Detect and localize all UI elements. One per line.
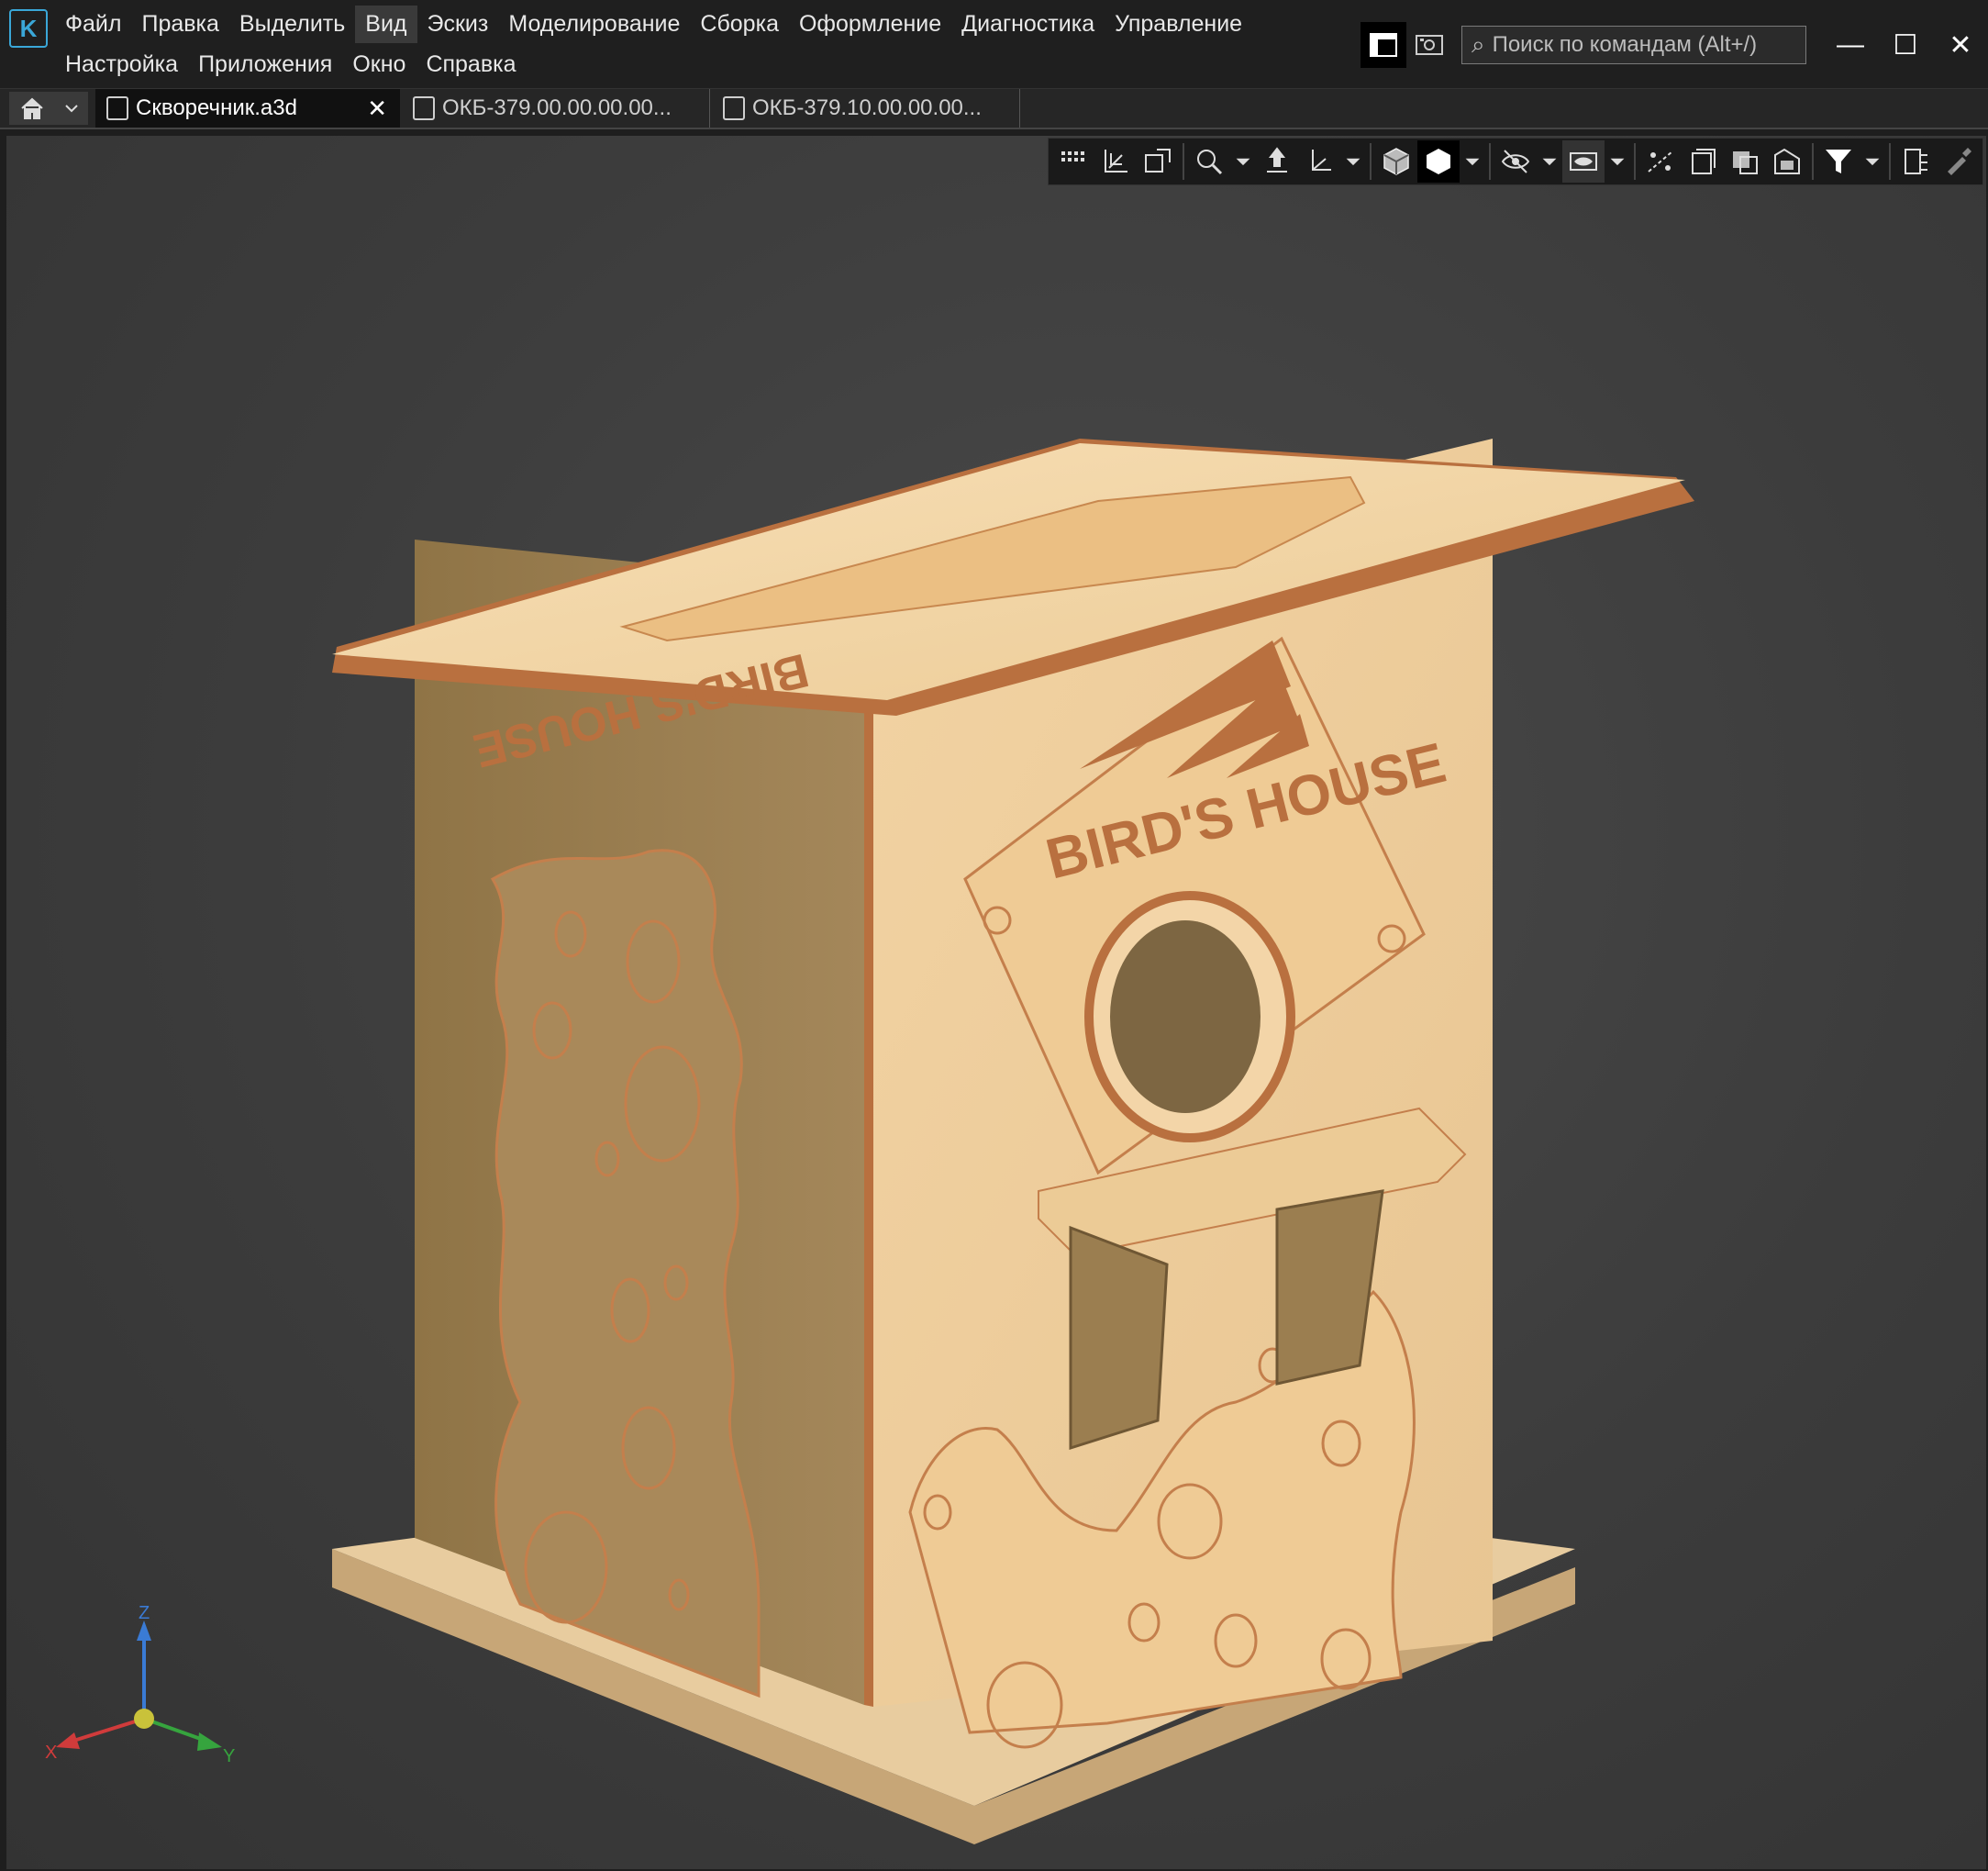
chevron-down-icon[interactable] xyxy=(1537,140,1562,183)
command-search-input[interactable]: ⌕ Поиск по командам (Alt+/) xyxy=(1461,26,1806,64)
menu-select[interactable]: Выделить xyxy=(229,6,355,43)
toolbar-separator xyxy=(1370,143,1372,180)
filter-icon[interactable] xyxy=(1817,140,1860,183)
pan-icon[interactable] xyxy=(1256,140,1298,183)
toolbar-separator xyxy=(1489,143,1491,180)
visibility-icon[interactable] xyxy=(1562,140,1605,183)
toolbar-separator xyxy=(1812,143,1814,180)
view-toolbar xyxy=(1048,138,1983,185)
3d-viewport[interactable]: BIRD'S HOUSE BIRD'S HOUSE Z X Y xyxy=(6,136,1986,1869)
tab-label: Скворечник.a3d xyxy=(136,95,297,120)
search-placeholder: Поиск по командам (Alt+/) xyxy=(1492,32,1758,57)
hide-icon[interactable] xyxy=(1494,140,1537,183)
app-logo-icon[interactable]: K xyxy=(9,9,48,48)
toolbar-separator xyxy=(1183,143,1184,180)
main-menu-row-2: Настройка Приложения Окно Справка xyxy=(55,46,527,84)
shaded-solid-icon[interactable] xyxy=(1417,140,1460,183)
close-tab-icon[interactable]: ✕ xyxy=(367,95,387,123)
cube-view-icon[interactable] xyxy=(1375,140,1417,183)
menu-settings[interactable]: Настройка xyxy=(55,46,188,84)
minimize-button[interactable]: — xyxy=(1823,22,1878,68)
menu-help[interactable]: Справка xyxy=(416,46,526,84)
tab-okb-379-00[interactable]: ОКБ-379.00.00.00.00... xyxy=(402,89,710,128)
close-window-button[interactable]: ✕ xyxy=(1933,22,1988,68)
menu-management[interactable]: Управление xyxy=(1105,6,1252,43)
orient-icon[interactable] xyxy=(1094,140,1137,183)
title-bar: K Файл Правка Выделить Вид Эскиз Моделир… xyxy=(0,0,1988,88)
chevron-down-icon[interactable] xyxy=(1230,140,1256,183)
birdhouse-model[interactable]: BIRD'S HOUSE BIRD'S HOUSE xyxy=(6,136,1986,1869)
tab-label: ОКБ-379.00.00.00.00... xyxy=(442,95,672,120)
menu-modeling[interactable]: Моделирование xyxy=(498,6,690,43)
document-3d-icon xyxy=(413,96,435,120)
tab-label: ОКБ-379.10.00.00.00... xyxy=(752,95,982,120)
menu-window[interactable]: Окно xyxy=(342,46,416,84)
chevron-down-icon xyxy=(64,105,78,113)
grid-icon[interactable] xyxy=(1052,140,1094,183)
menu-apps[interactable]: Приложения xyxy=(188,46,342,84)
tab-birdhouse[interactable]: Скворечник.a3d ✕ xyxy=(95,89,400,128)
home-button[interactable] xyxy=(9,92,88,125)
tab-okb-379-10[interactable]: ОКБ-379.10.00.00.00... xyxy=(712,89,1020,128)
chevron-down-icon[interactable] xyxy=(1340,140,1366,183)
document-tab-bar: Скворечник.a3d ✕ ОКБ-379.00.00.00.00... … xyxy=(0,88,1988,129)
chevron-down-icon[interactable] xyxy=(1460,140,1485,183)
home-icon xyxy=(20,97,43,119)
menu-assembly[interactable]: Сборка xyxy=(690,6,789,43)
measure-icon[interactable] xyxy=(1894,140,1937,183)
search-icon: ⌕ xyxy=(1472,30,1485,58)
z-axis-label: Z xyxy=(139,1604,150,1623)
zoom-icon[interactable] xyxy=(1188,140,1230,183)
y-axis-label: Y xyxy=(223,1746,235,1766)
screen-capture-icon[interactable] xyxy=(1406,22,1452,68)
chevron-down-icon[interactable] xyxy=(1605,140,1630,183)
panel-layout-icon[interactable] xyxy=(1361,22,1406,68)
maximize-button[interactable]: ☐ xyxy=(1878,22,1933,68)
axis-triad: Z X Y xyxy=(45,1604,235,1766)
menu-diagnostics[interactable]: Диагностика xyxy=(951,6,1105,43)
pipette-icon[interactable] xyxy=(1937,140,1979,183)
menu-edit[interactable]: Правка xyxy=(131,6,228,43)
main-menu-row-1: Файл Правка Выделить Вид Эскиз Моделиров… xyxy=(55,6,1252,43)
section-icon[interactable] xyxy=(1639,140,1682,183)
axis-icon[interactable] xyxy=(1298,140,1340,183)
component-icon[interactable] xyxy=(1724,140,1766,183)
document-3d-icon xyxy=(106,96,128,120)
menu-view[interactable]: Вид xyxy=(355,6,417,43)
layers-icon[interactable] xyxy=(1682,140,1724,183)
normal-view-icon[interactable] xyxy=(1137,140,1179,183)
assembly-icon[interactable] xyxy=(1766,140,1808,183)
toolbar-separator xyxy=(1634,143,1636,180)
document-3d-icon xyxy=(723,96,745,120)
toolbar-separator xyxy=(1889,143,1891,180)
menu-file[interactable]: Файл xyxy=(55,6,131,43)
x-axis-label: X xyxy=(45,1743,57,1763)
perch-bracket-left xyxy=(1069,1225,1169,1451)
window-controls: ⌕ Поиск по командам (Alt+/) — ☐ ✕ xyxy=(1361,22,1988,68)
menu-sketch[interactable]: Эскиз xyxy=(417,6,499,43)
menu-design[interactable]: Оформление xyxy=(789,6,951,43)
chevron-down-icon[interactable] xyxy=(1860,140,1885,183)
